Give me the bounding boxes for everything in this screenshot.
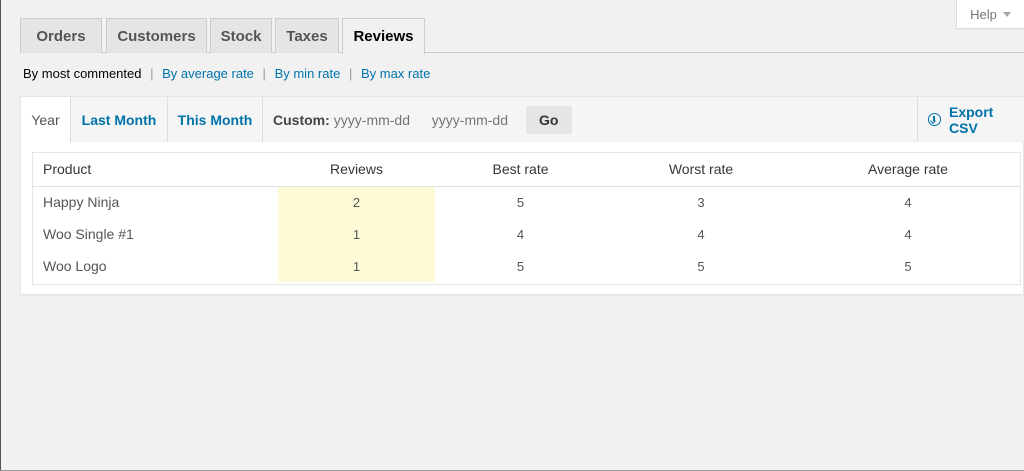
tab-customers[interactable]: Customers bbox=[106, 18, 207, 53]
subnav-min-rate[interactable]: By min rate bbox=[275, 66, 341, 81]
tab-reviews[interactable]: Reviews bbox=[342, 18, 425, 54]
export-csv-label: Export CSV bbox=[949, 103, 994, 136]
cell-product: Happy Ninja bbox=[43, 194, 120, 211]
cell-average-rate: 5 bbox=[904, 258, 912, 274]
cell-worst-rate: 5 bbox=[697, 258, 705, 274]
subnav-separator: | bbox=[348, 66, 353, 81]
subnav-separator: | bbox=[150, 66, 154, 81]
end-date-input[interactable] bbox=[431, 111, 522, 128]
subnav-separator: | bbox=[262, 66, 266, 81]
cell-reviews: 1 bbox=[278, 250, 435, 282]
date-range-bar: Year Last Month This Month Custom: Go Ex… bbox=[21, 97, 1024, 143]
cell-worst-rate: 3 bbox=[697, 194, 705, 210]
report-panel: Year Last Month This Month Custom: Go Ex… bbox=[20, 96, 1024, 295]
cell-average-rate: 4 bbox=[904, 194, 912, 210]
reviews-table: Product Reviews Best rate Worst rate Ave… bbox=[33, 153, 1020, 282]
custom-label: Custom: bbox=[273, 111, 330, 128]
subnav-max-rate[interactable]: By max rate bbox=[361, 66, 430, 81]
start-date-input[interactable] bbox=[333, 111, 424, 128]
range-this-month[interactable]: This Month bbox=[168, 97, 263, 142]
table-row: Woo Single #1 1 4 4 4 bbox=[33, 218, 1020, 250]
table-row: Happy Ninja 2 5 3 4 bbox=[33, 186, 1020, 218]
subnav-most-commented[interactable]: By most commented bbox=[23, 66, 142, 81]
cell-worst-rate: 4 bbox=[697, 226, 705, 242]
column-header-product: Product bbox=[33, 153, 278, 187]
tab-taxes[interactable]: Taxes bbox=[275, 18, 339, 53]
report-tabs: Orders Customers Stock Taxes Reviews bbox=[20, 18, 1024, 54]
custom-range: Custom: Go bbox=[273, 97, 572, 142]
download-icon bbox=[928, 113, 941, 126]
window-left-edge bbox=[0, 0, 1, 471]
cell-best-rate: 5 bbox=[516, 258, 525, 274]
tab-stock[interactable]: Stock bbox=[210, 18, 272, 53]
subnav-average-rate[interactable]: By average rate bbox=[162, 66, 254, 81]
cell-product: Woo Logo bbox=[43, 258, 107, 274]
column-header-worst-rate: Worst rate bbox=[606, 153, 796, 187]
sort-subnav: By most commented | By average rate | By… bbox=[23, 66, 430, 81]
table-row: Woo Logo 1 5 5 5 bbox=[33, 250, 1020, 282]
go-button[interactable]: Go bbox=[525, 105, 572, 134]
cell-average-rate: 4 bbox=[904, 226, 912, 242]
tab-orders[interactable]: Orders bbox=[20, 18, 102, 53]
cell-best-rate: 5 bbox=[516, 194, 525, 210]
cell-reviews: 1 bbox=[278, 218, 435, 250]
column-header-reviews: Reviews bbox=[278, 153, 435, 187]
column-header-best-rate: Best rate bbox=[435, 153, 606, 187]
reviews-table-container: Product Reviews Best rate Worst rate Ave… bbox=[32, 152, 1021, 285]
cell-reviews: 2 bbox=[278, 186, 435, 218]
cell-best-rate: 4 bbox=[516, 226, 525, 242]
range-year[interactable]: Year bbox=[21, 97, 71, 143]
cell-product: Woo Single #1 bbox=[43, 226, 134, 242]
table-header-row: Product Reviews Best rate Worst rate Ave… bbox=[33, 153, 1020, 187]
column-header-average-rate: Average rate bbox=[796, 153, 1020, 187]
range-last-month[interactable]: Last Month bbox=[71, 97, 168, 142]
export-csv-button[interactable]: Export CSV bbox=[917, 97, 1024, 142]
chevron-down-icon bbox=[1002, 12, 1011, 17]
